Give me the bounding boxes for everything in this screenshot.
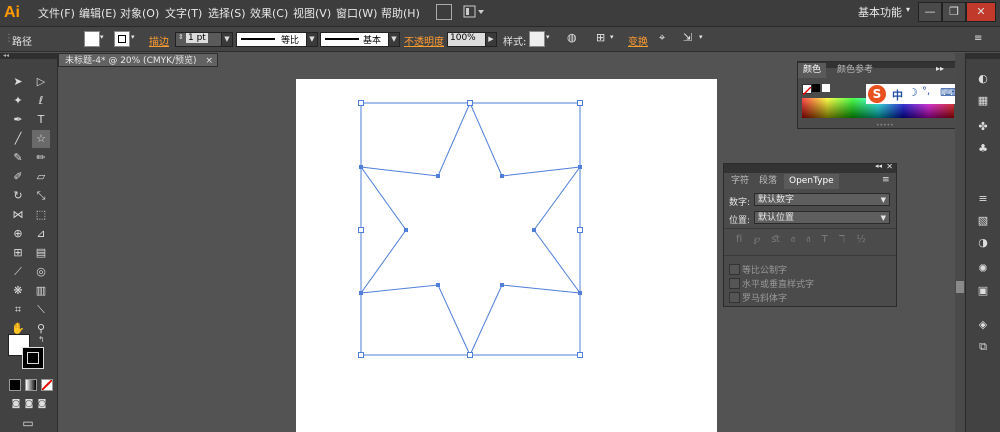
chevron-down-icon[interactable]: ▼ [881, 212, 886, 225]
panel-menu-icon[interactable]: ≡ [882, 175, 890, 185]
proportional-metrics-label: 等比公制字 [742, 266, 788, 276]
resize-grip-icon[interactable]: ••••• [876, 122, 894, 129]
figure-label: 数字: [729, 198, 751, 208]
swatches-panel-icon[interactable]: ▦ [975, 93, 991, 109]
close-panel-icon[interactable]: ✕ [886, 162, 893, 171]
figure-value: 默认数字 [758, 195, 795, 205]
keyboard-icon[interactable]: ⌨ [940, 86, 956, 99]
graphic-styles-panel-icon[interactable]: ▣ [975, 283, 991, 299]
tab-paragraph[interactable]: 段落 [754, 174, 782, 189]
layers-panel-icon[interactable]: ◈ [975, 317, 991, 333]
divider [724, 255, 896, 256]
horizontal-vertical-style-checkbox[interactable] [729, 278, 740, 289]
panel-dock: ◐ ▦ ✤ ♣ ≡ ▧ ◑ ✺ ▣ ◈ ⧉ [965, 53, 1000, 432]
color-panel-icon[interactable]: ◐ [975, 71, 991, 87]
position-select[interactable]: 默认位置 ▼ [754, 211, 890, 224]
tab-color[interactable]: 颜色 [798, 63, 827, 78]
moon-icon[interactable]: ☽ [908, 86, 918, 99]
sogou-logo-icon[interactable]: S [868, 85, 886, 103]
tab-color-guide[interactable]: 颜色参考 [832, 63, 878, 78]
position-value: 默认位置 [758, 213, 795, 223]
punctuation-icon[interactable]: °, [922, 86, 930, 97]
collapse-panel-icon[interactable]: ▸▸ [936, 64, 944, 73]
vertical-scrollbar[interactable] [955, 53, 965, 432]
opentype-feature-buttons[interactable]: ﬁ℘ﬆ𝔞𝔞Tℸ½ [736, 234, 877, 245]
none-swatch[interactable] [802, 84, 812, 96]
figure-select[interactable]: 默认数字 ▼ [754, 193, 890, 206]
opentype-panel: ◂◂ ✕ 字符 段落 OpenType ≡ 数字: 默认数字 ▼ 位置: 默认位… [723, 162, 897, 307]
stroke-panel-icon[interactable]: ≡ [975, 191, 991, 207]
ime-language-toggle[interactable]: 中 [892, 87, 903, 103]
symbols-panel-icon[interactable]: ♣ [975, 141, 991, 157]
divider [724, 228, 896, 229]
artboards-panel-icon[interactable]: ⧉ [975, 339, 991, 355]
appearance-panel-icon[interactable]: ✺ [975, 261, 991, 277]
roman-italics-label: 罗马斜体字 [742, 294, 788, 304]
horizontal-vertical-style-label: 水平或垂直样式字 [742, 280, 815, 290]
black-swatch[interactable] [812, 84, 820, 92]
transparency-panel-icon[interactable]: ◑ [975, 235, 991, 251]
proportional-metrics-checkbox[interactable] [729, 264, 740, 275]
white-swatch[interactable] [822, 84, 830, 92]
scrollbar-thumb[interactable] [956, 281, 964, 293]
dock-collapse-bar[interactable] [966, 53, 1000, 59]
tab-opentype[interactable]: OpenType [784, 174, 839, 189]
gradient-panel-icon[interactable]: ▧ [975, 213, 991, 229]
tab-character[interactable]: 字符 [726, 174, 754, 189]
roman-italics-checkbox[interactable] [729, 292, 740, 303]
brushes-panel-icon[interactable]: ✤ [975, 119, 991, 135]
position-label: 位置: [729, 216, 751, 226]
panel-titlebar[interactable]: ◂◂ ✕ [724, 162, 896, 173]
collapse-panel-icon[interactable]: ◂◂ [875, 162, 882, 170]
chevron-down-icon[interactable]: ▼ [881, 194, 886, 207]
